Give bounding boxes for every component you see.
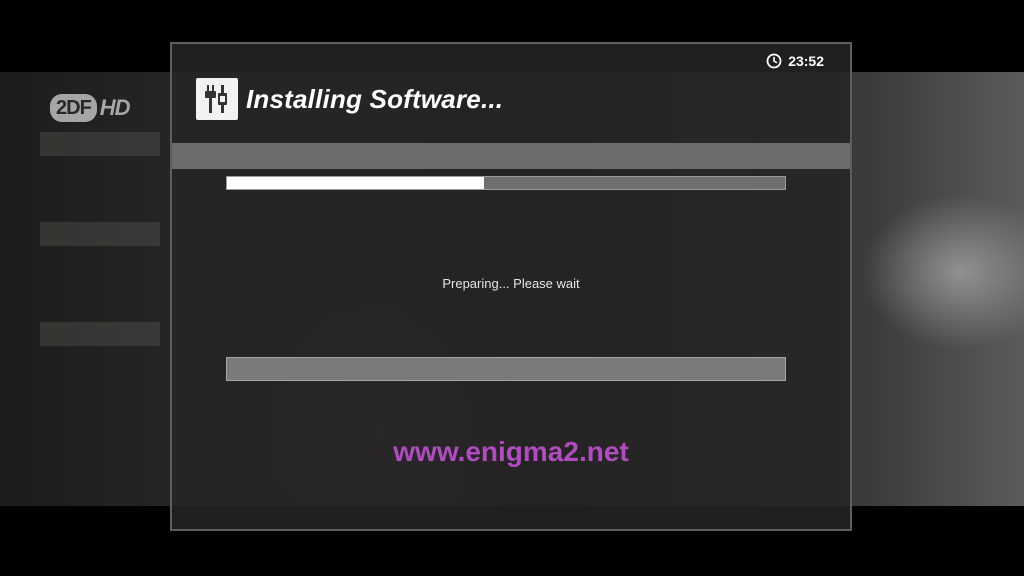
channel-logo-hd: HD xyxy=(99,95,131,120)
dialog-title-row: Installing Software... xyxy=(196,78,503,120)
clock: 23:52 xyxy=(766,53,824,69)
dialog-title: Installing Software... xyxy=(246,83,504,114)
background-shelf xyxy=(40,132,160,156)
tv-screen: 2DF HD 23:52 Installing Software... Prep… xyxy=(0,0,1024,576)
channel-logo: 2DF HD xyxy=(50,94,131,122)
install-log-box xyxy=(226,357,786,381)
dialog-header-bar xyxy=(172,143,850,169)
plugin-connector-icon xyxy=(196,78,238,120)
clock-time: 23:52 xyxy=(788,53,824,69)
clock-icon xyxy=(766,53,782,69)
watermark-url: www.enigma2.net xyxy=(393,436,629,467)
background-shelf xyxy=(40,222,160,246)
install-progress-fill xyxy=(227,177,484,189)
status-text: Preparing... Please wait xyxy=(442,276,580,291)
installing-software-dialog: 23:52 Installing Software... Preparing..… xyxy=(170,42,852,531)
channel-logo-zdf: 2DF xyxy=(50,94,97,122)
background-shelf xyxy=(40,322,160,346)
install-progress-bar xyxy=(226,176,786,190)
